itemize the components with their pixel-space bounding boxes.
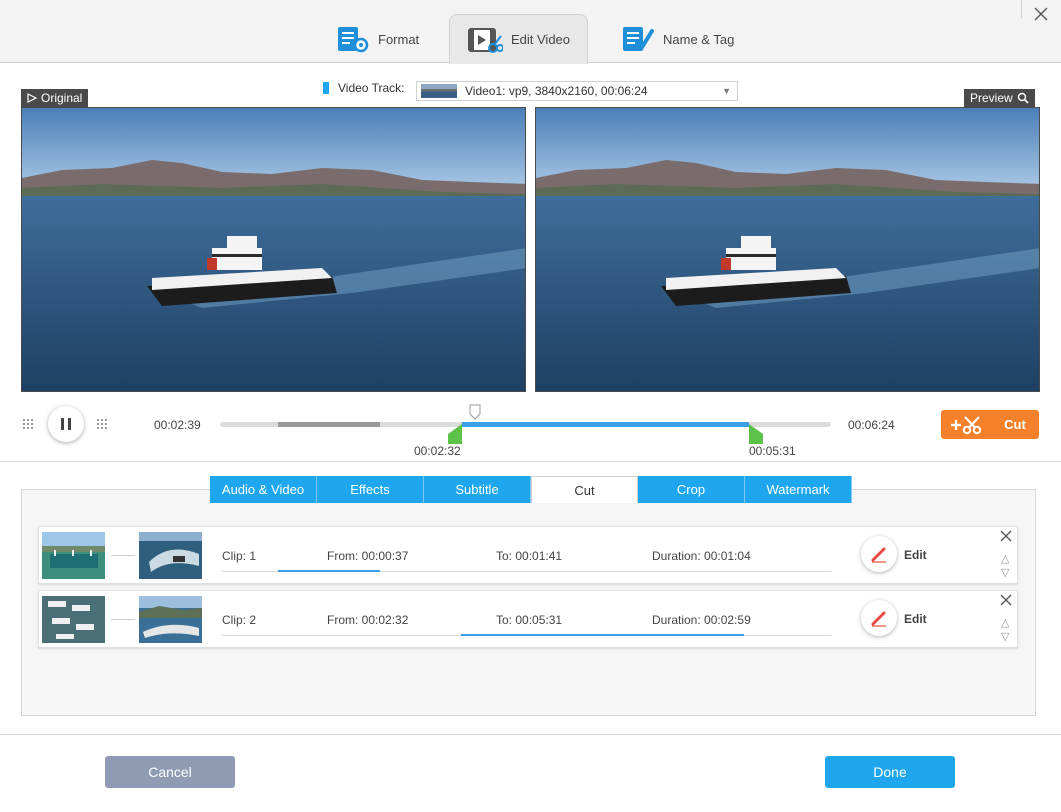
tab-format[interactable]: Format [336, 14, 419, 64]
tab-subtitle[interactable]: Subtitle [424, 476, 531, 503]
frame-forward-icon[interactable] [96, 418, 110, 432]
preview-label[interactable]: Preview [964, 89, 1035, 107]
clip-from: From: 00:02:32 [327, 613, 409, 627]
preview-label-text: Preview [970, 91, 1013, 105]
video-track-value: Video1: vp9, 3840x2160, 00:06:24 [465, 84, 648, 98]
clip-range-fill [278, 570, 380, 572]
cut-end-marker[interactable] [748, 424, 764, 444]
end-marker-time: 00:05:31 [749, 444, 796, 458]
current-time: 00:02:39 [154, 418, 201, 432]
timeline-selection [462, 422, 749, 427]
video-track-select[interactable]: Video1: vp9, 3840x2160, 00:06:24 ▼ [416, 81, 738, 101]
original-video-frame [22, 108, 525, 391]
play-outline-icon [27, 93, 37, 103]
divider [0, 734, 1061, 735]
preview-video-frame [536, 108, 1039, 391]
clip-row[interactable]: Clip: 1 From: 00:00:37 To: 00:01:41 Dura… [38, 526, 1018, 584]
move-down-icon[interactable]: ▽ [1001, 632, 1009, 643]
clip-connector [111, 555, 135, 556]
cancel-button[interactable]: Cancel [105, 756, 235, 788]
video-track-label: Video Track: [338, 81, 405, 95]
clip-to: To: 00:01:41 [496, 549, 563, 563]
frame-back-icon[interactable] [22, 418, 36, 432]
total-time: 00:06:24 [848, 418, 895, 432]
tab-watermark[interactable]: Watermark [745, 476, 852, 503]
track-icon [323, 82, 329, 94]
edit-clip-button[interactable] [861, 600, 897, 636]
tab-cut[interactable]: Cut [531, 476, 638, 503]
track-thumbnail [421, 84, 457, 98]
close-icon[interactable] [1033, 6, 1049, 22]
window-separator [1021, 0, 1022, 18]
clip-row[interactable]: Clip: 2 From: 00:02:32 To: 00:05:31 Dura… [38, 590, 1018, 648]
preview-video-pane[interactable] [535, 107, 1040, 392]
delete-clip-icon[interactable] [1000, 530, 1012, 542]
move-down-icon[interactable]: ▽ [1001, 568, 1009, 579]
edit-clip-label[interactable]: Edit [904, 612, 927, 626]
tab-effects[interactable]: Effects [317, 476, 424, 503]
chevron-down-icon: ▼ [722, 86, 731, 96]
clip-duration: Duration: 00:02:59 [652, 613, 751, 627]
clip-range-fill [461, 634, 744, 636]
divider [0, 461, 1061, 462]
pause-icon [61, 418, 71, 430]
edit-video-icon [467, 27, 503, 53]
edit-clip-button[interactable] [861, 536, 897, 572]
pencil-icon [871, 547, 886, 563]
add-scissors-icon [951, 415, 982, 434]
clip-range-bar [222, 634, 831, 636]
cut-button-label: Cut [1004, 417, 1026, 432]
top-tab-bar: Format Edit Video Name & Tag [0, 0, 1061, 64]
cut-start-marker[interactable] [447, 424, 463, 444]
start-marker-time: 00:02:32 [414, 444, 461, 458]
clip-end-thumbnail [139, 532, 202, 579]
clip-start-thumbnail [42, 532, 105, 579]
original-label-text: Original [41, 91, 83, 105]
timeline-played [278, 422, 380, 427]
tab-name-tag-label: Name & Tag [663, 31, 735, 47]
clip-connector [111, 619, 135, 620]
format-settings-icon [338, 27, 369, 53]
move-up-icon[interactable]: △ [1001, 554, 1009, 565]
playhead-handle[interactable] [469, 404, 481, 420]
tab-edit-video-label: Edit Video [510, 32, 571, 47]
original-video-pane[interactable] [21, 107, 526, 392]
tab-crop[interactable]: Crop [638, 476, 745, 503]
clip-number: Clip: 2 [222, 613, 257, 627]
clip-end-thumbnail [139, 596, 202, 643]
clip-number: Clip: 1 [222, 549, 257, 563]
delete-clip-icon[interactable] [1000, 594, 1012, 606]
pause-button[interactable] [48, 406, 84, 442]
tab-edit-video[interactable]: Edit Video [449, 14, 588, 64]
original-label: Original [21, 89, 89, 107]
timeline-track[interactable] [220, 422, 831, 427]
clip-start-thumbnail [42, 596, 105, 643]
cut-button[interactable]: Cut [941, 410, 1039, 439]
clip-to: To: 00:05:31 [496, 613, 563, 627]
name-tag-icon [623, 27, 654, 51]
tab-audio-video[interactable]: Audio & Video [210, 476, 317, 503]
move-up-icon[interactable]: △ [1001, 618, 1009, 629]
edit-clip-label[interactable]: Edit [904, 548, 927, 562]
edit-tabs: Audio & Video Effects Subtitle Cut Crop … [210, 476, 852, 503]
search-icon [1017, 92, 1029, 104]
tab-format-label: Format [378, 31, 420, 47]
tab-name-tag[interactable]: Name & Tag [621, 14, 734, 64]
done-button[interactable]: Done [825, 756, 955, 788]
clip-from: From: 00:00:37 [327, 549, 409, 563]
video-track-label-group: Video Track: [322, 81, 404, 95]
pencil-icon [871, 611, 886, 627]
clip-range-bar [222, 570, 831, 572]
clip-duration: Duration: 00:01:04 [652, 549, 751, 563]
